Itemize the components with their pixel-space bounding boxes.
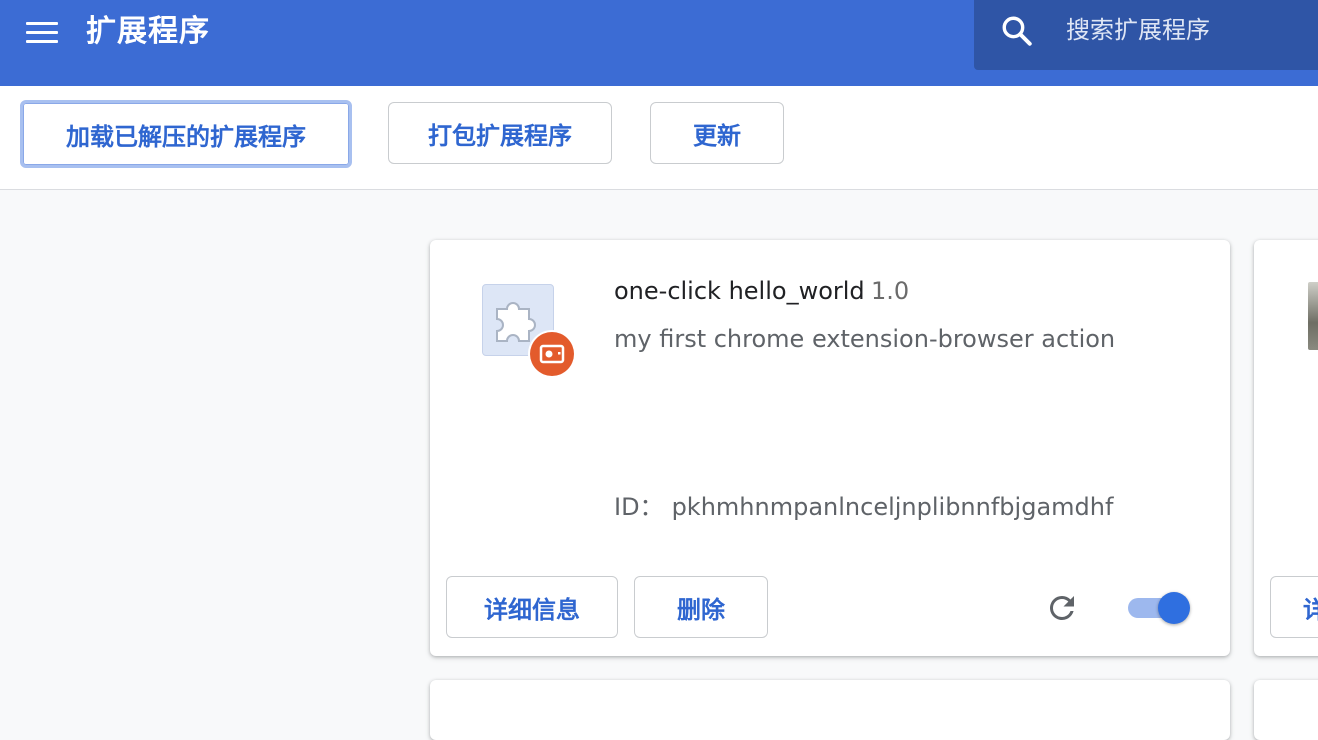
extension-id: ID： pkhmhnmpanlnceljnplibnnfbjgamdhf [614,490,1113,524]
top-bar: 扩展程序 [0,0,1318,86]
search-icon[interactable] [1000,14,1034,48]
load-unpacked-button[interactable]: 加载已解压的扩展程序 [20,100,352,168]
details-button[interactable]: 详细信息 [446,576,618,638]
extension-description: my first chrome extension-browser action [614,325,1116,353]
reload-icon[interactable] [1044,590,1080,626]
unpacked-source-badge-icon [530,332,574,376]
extension-name: one-click hello_world [614,277,865,305]
extension-version: 1.0 [871,277,910,305]
extension-card-below [430,680,1230,740]
extension-id-label: ID： [614,493,664,521]
extension-card-below-next [1254,680,1318,740]
remove-button[interactable]: 删除 [634,576,768,638]
details-button-next[interactable]: 详 [1270,576,1318,638]
enable-toggle[interactable] [1126,590,1192,626]
toggle-knob [1158,592,1190,624]
update-button[interactable]: 更新 [650,102,784,164]
hamburger-menu-icon[interactable] [24,18,60,48]
page-title: 扩展程序 [86,14,210,49]
extension-icon-next [1308,282,1318,350]
search-input[interactable] [1066,10,1306,50]
pack-extension-button[interactable]: 打包扩展程序 [388,102,612,164]
extension-id-value: pkhmhnmpanlnceljnplibnnfbjgamdhf [671,493,1114,521]
